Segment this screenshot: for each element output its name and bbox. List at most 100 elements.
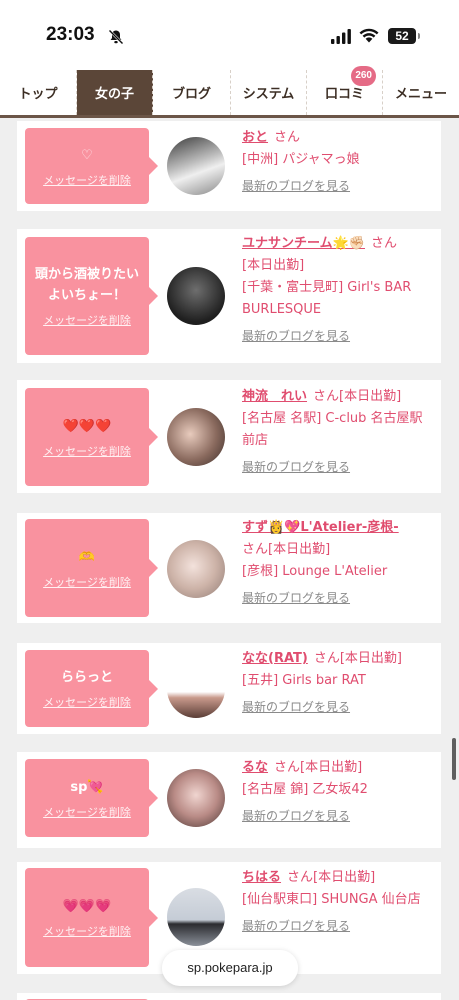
honorific: さん xyxy=(313,389,340,404)
message-bubble: sp💘 メッセージを削除 xyxy=(25,759,158,837)
honorific: さん xyxy=(242,542,269,557)
girl-card: ららっと メッセージを削除 なな(RAT) さん[本日出勤] [五井] Girls… xyxy=(17,643,441,734)
girl-info: ちはる さん[本日出勤] [仙台駅東口] SHUNGA 仙台店 最新のブログを見る xyxy=(242,867,434,934)
girl-name-link[interactable]: すず👸💖L'Atelier-彦根- xyxy=(242,520,399,535)
attendance-status: [本日出勤] xyxy=(268,542,331,557)
main-nav: トップ 女の子 ブログ システム 口コミ 260 メニュー xyxy=(0,66,459,118)
girl-card: 🫶 メッセージを削除 すず👸💖L'Atelier-彦根- さん[本日出勤] [彦… xyxy=(17,513,441,623)
girl-info: ユナサンチーム🌟✊🏻 さん [本日出勤] [千葉・富士見町] Girl's BAR… xyxy=(242,233,434,344)
girl-name-link[interactable]: るな xyxy=(242,760,268,775)
tab-reviews[interactable]: 口コミ 260 xyxy=(307,66,383,115)
status-bar: 23:03 52 xyxy=(0,0,459,72)
latest-blog-link[interactable]: 最新のブログを見る xyxy=(242,327,434,344)
bubble-message: ❤️❤️❤️ xyxy=(62,418,112,434)
shop-name: [仙台駅東口] SHUNGA 仙台店 xyxy=(242,892,421,907)
delete-message-link[interactable]: メッセージを削除 xyxy=(43,312,131,328)
name-line: るな さん[本日出勤] xyxy=(242,757,434,779)
tab-menu[interactable]: メニュー xyxy=(383,70,459,115)
tab-label: 女の子 xyxy=(94,87,134,102)
tab-label: メニュー xyxy=(394,87,447,102)
cellular-signal-icon xyxy=(331,29,351,44)
bubble-message: 頭から酒被りたいよいちょー！ xyxy=(34,267,139,303)
honorific: さん xyxy=(313,651,340,666)
honorific: さん xyxy=(274,130,301,145)
honorific: さん xyxy=(370,236,397,251)
name-line: ユナサンチーム🌟✊🏻 さん xyxy=(242,233,434,255)
girl-info: おと さん [中洲] パジャマっ娘 最新のブログを見る xyxy=(242,127,434,194)
message-bubble: 頭から酒被りたいよいちょー！ メッセージを削除 xyxy=(25,237,158,355)
girl-info: 神流 れい さん[本日出勤] [名古屋 名駅] C-club 名古屋駅前店 最新の… xyxy=(242,386,434,475)
honorific: さん xyxy=(274,760,301,775)
delete-message-link[interactable]: メッセージを削除 xyxy=(43,694,131,710)
bubble-message: 💗💗💗 xyxy=(62,899,112,914)
tab-label: トップ xyxy=(18,87,58,102)
name-line: ちはる さん[本日出勤] xyxy=(242,867,434,889)
girl-info: すず👸💖L'Atelier-彦根- さん[本日出勤] [彦根] Lounge L… xyxy=(242,517,434,606)
girl-card: 頭から酒被りたいよいちょー！ メッセージを削除 ユナサンチーム🌟✊🏻 さん [本日… xyxy=(17,229,441,363)
girl-name-link[interactable]: おと xyxy=(242,130,268,145)
message-bubble: 💗💗💗 メッセージを削除 xyxy=(25,868,158,967)
avatar[interactable] xyxy=(167,888,225,946)
latest-blog-link[interactable]: 最新のブログを見る xyxy=(242,807,434,824)
shop-name: [名古屋 名駅] C-club 名古屋駅前店 xyxy=(242,411,423,448)
delete-message-link[interactable]: メッセージを削除 xyxy=(43,574,131,590)
bell-slash-icon xyxy=(108,29,124,45)
avatar[interactable] xyxy=(167,267,225,325)
url-bar[interactable]: sp.pokepara.jp xyxy=(162,950,298,986)
avatar[interactable] xyxy=(167,540,225,598)
message-bubble: ららっと メッセージを削除 xyxy=(25,650,158,727)
latest-blog-link[interactable]: 最新のブログを見る xyxy=(242,698,434,715)
status-time: 23:03 xyxy=(46,24,95,45)
avatar[interactable] xyxy=(167,660,225,718)
scroll-indicator[interactable] xyxy=(452,738,456,780)
latest-blog-link[interactable]: 最新のブログを見る xyxy=(242,177,434,194)
delete-message-link[interactable]: メッセージを削除 xyxy=(43,172,131,188)
shop-name: [名古屋 錦] 乙女坂42 xyxy=(242,782,368,797)
tab-system[interactable]: システム xyxy=(231,70,307,115)
tab-blog[interactable]: ブログ xyxy=(153,70,231,115)
girl-name-link[interactable]: ちはる xyxy=(242,870,281,885)
status-line: さん[本日出勤] xyxy=(242,539,434,561)
bubble-message: ららっと xyxy=(60,670,113,685)
latest-blog-link[interactable]: 最新のブログを見る xyxy=(242,917,434,934)
girl-name-link[interactable]: 神流 れい xyxy=(242,389,307,404)
message-bubble: ❤️❤️❤️ メッセージを削除 xyxy=(25,388,158,486)
avatar[interactable] xyxy=(167,408,225,466)
attendance-status: [本日出勤] xyxy=(300,760,363,775)
delete-message-link[interactable]: メッセージを削除 xyxy=(43,804,131,820)
tab-top[interactable]: トップ xyxy=(0,70,77,115)
honorific: さん xyxy=(287,870,314,885)
avatar[interactable] xyxy=(167,137,225,195)
shop-name: [五井] Girls bar RAT xyxy=(242,673,366,688)
attendance-status: [本日出勤] xyxy=(339,389,402,404)
attendance-status: [本日出勤] xyxy=(242,258,305,273)
delete-message-link[interactable]: メッセージを削除 xyxy=(43,923,131,939)
message-bubble: ♡ メッセージを削除 xyxy=(25,128,158,204)
girl-info: なな(RAT) さん[本日出勤] [五井] Girls bar RAT 最新のブロ… xyxy=(242,648,434,715)
latest-blog-link[interactable]: 最新のブログを見る xyxy=(242,589,434,606)
name-line: 神流 れい さん[本日出勤] xyxy=(242,386,434,408)
shop-name: [彦根] Lounge L'Atelier xyxy=(242,564,388,579)
girl-card: ❤️❤️❤️ メッセージを削除 神流 れい さん[本日出勤] [名古屋 名駅] C… xyxy=(17,380,441,493)
tab-label: システム xyxy=(242,87,295,102)
avatar[interactable] xyxy=(167,769,225,827)
girl-name-link[interactable]: なな(RAT) xyxy=(242,651,308,666)
girl-card: ♡ メッセージを削除 おと さん [中洲] パジャマっ娘 最新のブログを見る xyxy=(17,121,441,211)
bubble-message: ♡ xyxy=(81,147,93,163)
delete-message-link[interactable]: メッセージを削除 xyxy=(43,443,131,459)
tab-label: 口コミ xyxy=(324,87,364,102)
girl-name-link[interactable]: ユナサンチーム🌟✊🏻 xyxy=(242,236,365,251)
girl-info: るな さん[本日出勤] [名古屋 錦] 乙女坂42 最新のブログを見る xyxy=(242,757,434,824)
bubble-message: sp💘 xyxy=(70,779,104,795)
attendance-status: [本日出勤] xyxy=(313,870,376,885)
tab-girls[interactable]: 女の子 xyxy=(77,70,153,115)
latest-blog-link[interactable]: 最新のブログを見る xyxy=(242,458,434,475)
message-bubble: 🫶 メッセージを削除 xyxy=(25,519,158,617)
tab-label: ブログ xyxy=(171,87,211,102)
name-line: おと さん xyxy=(242,127,434,149)
review-count-badge: 260 xyxy=(351,66,376,86)
attendance-status: [本日出勤] xyxy=(339,651,402,666)
name-line: なな(RAT) さん[本日出勤] xyxy=(242,648,434,670)
shop-name: [千葉・富士見町] Girl's BAR BURLESQUE xyxy=(242,280,412,317)
wifi-icon xyxy=(359,28,379,43)
